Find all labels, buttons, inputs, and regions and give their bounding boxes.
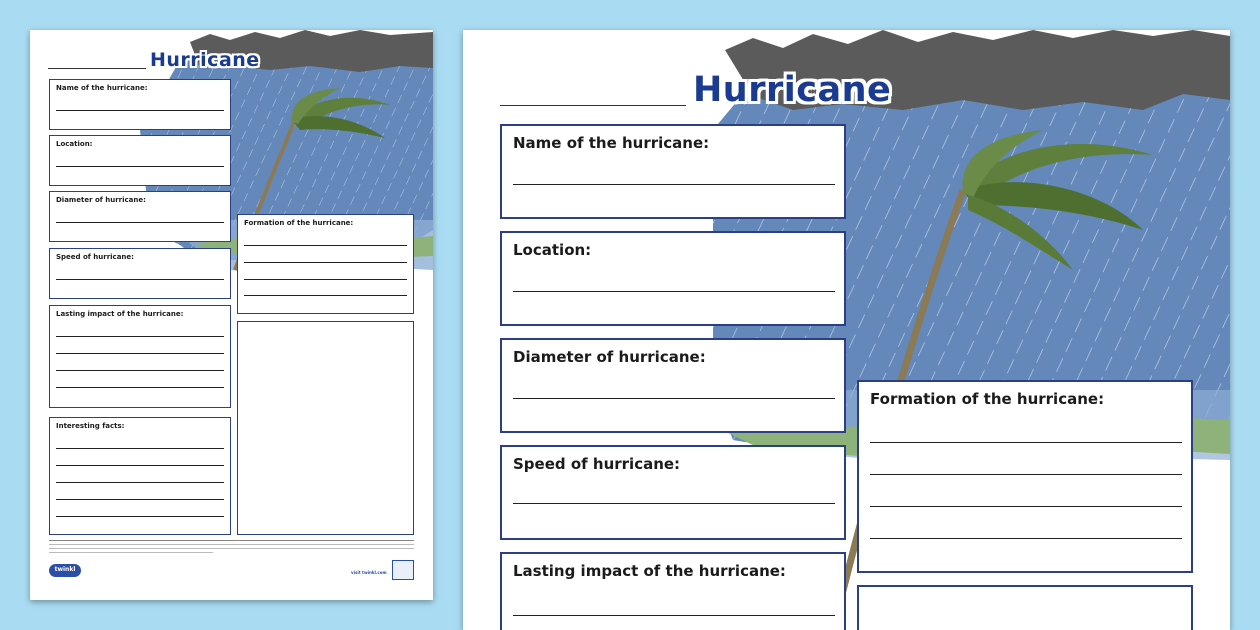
fine-print (49, 539, 414, 553)
answer-line[interactable] (513, 615, 835, 616)
answer-line[interactable] (870, 538, 1182, 539)
answer-line[interactable] (513, 503, 835, 504)
box-label: Diameter of hurricane: (56, 196, 146, 204)
box-name-of-hurricane[interactable]: Name of the hurricane: (500, 124, 846, 219)
answer-line[interactable] (56, 465, 224, 466)
box-speed[interactable]: Speed of hurricane: (49, 248, 231, 299)
worksheet-preview-small: Hurricane Name of the hurricane: Locatio… (30, 30, 433, 600)
box-drawing-area[interactable] (857, 585, 1193, 630)
answer-line[interactable] (56, 222, 224, 223)
box-formation[interactable]: Formation of the hurricane: (857, 380, 1193, 573)
answer-line[interactable] (244, 262, 407, 263)
worksheet-title: Hurricane (150, 49, 260, 71)
box-interesting-facts[interactable]: Interesting facts: (49, 417, 231, 535)
box-label: Location: (513, 241, 592, 259)
box-label: Interesting facts: (56, 422, 125, 430)
answer-line[interactable] (56, 353, 224, 354)
answer-line[interactable] (56, 482, 224, 483)
answer-line[interactable] (244, 295, 407, 296)
box-label: Speed of hurricane: (513, 455, 681, 473)
answer-line[interactable] (244, 245, 407, 246)
box-diameter[interactable]: Diameter of hurricane: (49, 191, 231, 242)
box-label: Name of the hurricane: (56, 84, 148, 92)
answer-line[interactable] (56, 370, 224, 371)
box-label: Speed of hurricane: (56, 253, 134, 261)
worksheet-title: Hurricane (693, 70, 892, 110)
box-diameter[interactable]: Diameter of hurricane: (500, 338, 846, 433)
answer-line[interactable] (870, 442, 1182, 443)
box-drawing-area[interactable] (237, 321, 414, 535)
answer-line[interactable] (244, 279, 407, 280)
answer-line[interactable] (870, 474, 1182, 475)
answer-line[interactable] (513, 184, 835, 185)
answer-line[interactable] (56, 499, 224, 500)
answer-line[interactable] (56, 279, 224, 280)
box-label: Lasting impact of the hurricane: (513, 562, 786, 580)
answer-line[interactable] (56, 516, 224, 517)
box-location[interactable]: Location: (500, 231, 846, 326)
box-formation[interactable]: Formation of the hurricane: (237, 214, 414, 314)
answer-line[interactable] (56, 336, 224, 337)
box-label: Diameter of hurricane: (513, 348, 706, 366)
twinkl-logo: twinkl (49, 564, 81, 577)
answer-line[interactable] (56, 448, 224, 449)
box-speed[interactable]: Speed of hurricane: (500, 445, 846, 540)
answer-line[interactable] (513, 398, 835, 399)
box-lasting-impact[interactable]: Lasting impact of the hurricane: (49, 305, 231, 408)
answer-line[interactable] (56, 110, 224, 111)
box-label: Lasting impact of the hurricane: (56, 310, 184, 318)
student-name-line[interactable] (500, 105, 686, 106)
box-location[interactable]: Location: (49, 135, 231, 186)
answer-line[interactable] (870, 506, 1182, 507)
box-label: Name of the hurricane: (513, 134, 710, 152)
badge-icon (392, 560, 414, 580)
box-label: Formation of the hurricane: (870, 390, 1105, 408)
box-name-of-hurricane[interactable]: Name of the hurricane: (49, 79, 231, 130)
box-lasting-impact[interactable]: Lasting impact of the hurricane: (500, 552, 846, 630)
student-name-line[interactable] (48, 68, 146, 69)
answer-line[interactable] (56, 387, 224, 388)
box-label: Location: (56, 140, 93, 148)
visit-link[interactable]: visit twinkl.com (351, 570, 387, 575)
answer-line[interactable] (56, 166, 224, 167)
worksheet-preview-large: Hurricane Name of the hurricane: Locatio… (463, 30, 1230, 630)
answer-line[interactable] (513, 291, 835, 292)
box-label: Formation of the hurricane: (244, 219, 354, 227)
